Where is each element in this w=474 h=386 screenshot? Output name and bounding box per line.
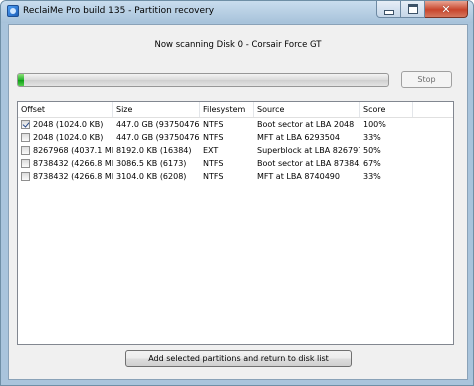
column-header-filesystem[interactable]: Filesystem [200,102,254,117]
cell-offset: 2048 (1024.0 KB) [33,133,104,142]
client-area: Now scanning Disk 0 - Corsair Force GT S… [8,24,468,380]
cell-size: 447.0 GB (937504767) [116,120,200,129]
table-row[interactable]: 2048 (1024.0 KB) 447.0 GB (937504768) NT… [18,131,453,144]
row-checkbox[interactable] [21,120,30,129]
cell-score: 33% [363,172,381,181]
app-window: ReclaiMe Pro build 135 - Partition recov… [0,0,474,386]
close-button[interactable]: ✕ [425,1,468,18]
add-partitions-button[interactable]: Add selected partitions and return to di… [125,350,352,367]
cell-size: 3086.5 KB (6173) [116,159,187,168]
column-header-offset[interactable]: Offset [18,102,113,117]
cell-size: 8192.0 KB (16384) [116,146,192,155]
table-row[interactable]: 2048 (1024.0 KB) 447.0 GB (937504767) NT… [18,118,453,131]
table-row[interactable]: 8267968 (4037.1 MB) 8192.0 KB (16384) EX… [18,144,453,157]
cell-source: Superblock at LBA 8267970 [257,146,360,155]
cell-source: Boot sector at LBA 8738432 [257,159,360,168]
cell-source: MFT at LBA 8740490 [257,172,340,181]
cell-size: 3104.0 KB (6208) [116,172,187,181]
minimize-button[interactable] [376,1,401,18]
cell-offset: 2048 (1024.0 KB) [33,120,104,129]
cell-score: 67% [363,159,381,168]
cell-filesystem: NTFS [203,159,224,168]
row-checkbox[interactable] [21,133,30,142]
scan-status: Now scanning Disk 0 - Corsair Force GT [154,40,322,50]
cell-filesystem: NTFS [203,133,224,142]
progress-fill [18,74,24,86]
title-bar[interactable]: ReclaiMe Pro build 135 - Partition recov… [1,1,473,23]
partition-list[interactable]: Offset Size Filesystem Source Score 2048… [17,101,454,345]
scan-progress-bar [17,73,389,87]
table-row[interactable]: 8738432 (4266.8 MB) 3086.5 KB (6173) NTF… [18,157,453,170]
cell-offset: 8267968 (4037.1 MB) [33,146,113,155]
caption-buttons: ✕ [376,1,468,18]
row-checkbox[interactable] [21,159,30,168]
column-header-size[interactable]: Size [113,102,200,117]
table-row[interactable]: 8738432 (4266.8 MB) 3104.0 KB (6208) NTF… [18,170,453,183]
row-checkbox[interactable] [21,172,30,181]
cell-offset: 8738432 (4266.8 MB) [33,172,113,181]
cell-size: 447.0 GB (937504768) [116,133,200,142]
cell-source: MFT at LBA 6293504 [257,133,340,142]
stop-button[interactable]: Stop [401,71,452,88]
column-header-score[interactable]: Score [360,102,413,117]
cell-score: 100% [363,120,386,129]
cell-offset: 8738432 (4266.8 MB) [33,159,113,168]
minimize-icon [383,9,394,15]
cell-filesystem: EXT [203,146,219,155]
app-icon [7,5,19,17]
maximize-icon [407,4,418,14]
list-header: Offset Size Filesystem Source Score [18,102,453,118]
close-icon: ✕ [441,2,451,16]
cell-source: Boot sector at LBA 2048 [257,120,355,129]
cell-score: 33% [363,133,381,142]
cell-filesystem: NTFS [203,120,224,129]
cell-score: 50% [363,146,381,155]
column-header-source[interactable]: Source [254,102,360,117]
cell-filesystem: NTFS [203,172,224,181]
row-checkbox[interactable] [21,146,30,155]
maximize-button[interactable] [401,1,425,18]
window-title: ReclaiMe Pro build 135 - Partition recov… [23,6,215,16]
